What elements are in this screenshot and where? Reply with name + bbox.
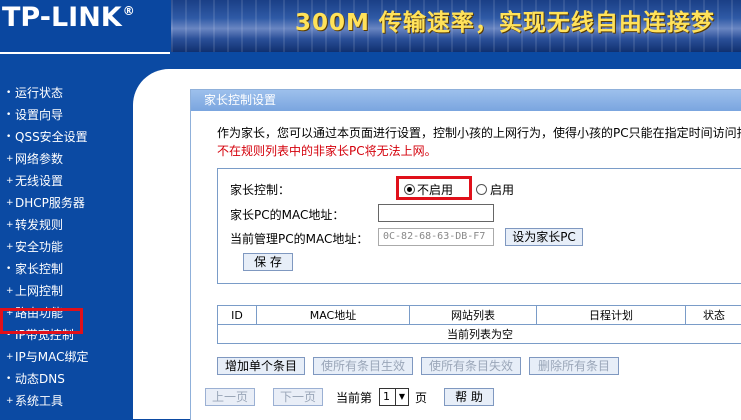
sidebar-item-qss[interactable]: •QSS安全设置 <box>6 129 89 151</box>
warning-line: 不在规则列表中的非家长PC将无法上网。 <box>217 142 737 160</box>
next-page-button[interactable]: 下一页 <box>273 388 323 406</box>
chevron-down-icon: ▼ <box>395 389 408 405</box>
sidebar-item-access-control[interactable]: +上网控制 <box>6 283 89 305</box>
panel-title: 家长控制设置 <box>191 90 741 111</box>
header: TP-LINK® 300M 传输速率，实现无线自由连接梦 <box>0 0 741 52</box>
plus-icon: + <box>6 217 15 233</box>
set-parent-pc-button[interactable]: 设为家长PC <box>505 228 583 246</box>
table-header-row: ID MAC地址 网站列表 日程计划 状态 <box>218 306 741 325</box>
sidebar-item-system-tools[interactable]: +系统工具 <box>6 393 89 415</box>
delete-all-button[interactable]: 删除所有条目 <box>529 357 619 375</box>
page-prefix-label: 当前第 <box>336 389 372 406</box>
enable-all-button[interactable]: 使所有条目生效 <box>313 357 413 375</box>
bullet-icon: • <box>6 371 15 387</box>
pagination-bar: 上一页 下一页 当前第 1 ▼ 页 帮 助 <box>191 378 741 420</box>
bullet-icon: • <box>6 261 15 277</box>
radio-on-label: 启用 <box>490 183 514 197</box>
sidebar-item-ip-mac-binding[interactable]: +IP与MAC绑定 <box>6 349 89 371</box>
plus-icon: + <box>6 151 15 167</box>
radio-on-option[interactable]: 启用 <box>476 181 514 198</box>
parent-mac-input[interactable] <box>378 204 494 222</box>
panel-description: 作为家长，您可以通过本页面进行设置，控制小孩的上网行为，使得小孩的PC只能在指定… <box>217 124 737 160</box>
current-mac-label: 当前管理PC的MAC地址： <box>230 230 368 247</box>
parental-control-panel: 家长控制设置 作为家长，您可以通过本页面进行设置，控制小孩的上网行为，使得小孩的… <box>190 89 741 420</box>
table-row: 当前列表为空 <box>218 325 741 344</box>
prev-page-button[interactable]: 上一页 <box>205 388 255 406</box>
sidebar-item-parental-control[interactable]: •家长控制 <box>6 261 89 283</box>
table-header-sites: 网站列表 <box>410 306 537 325</box>
table-header-id: ID <box>218 306 257 325</box>
banner-slogan: 300M 传输速率，实现无线自由连接梦 <box>295 3 715 37</box>
sidebar-item-status[interactable]: •运行状态 <box>6 85 89 107</box>
plus-icon: + <box>6 195 15 211</box>
plus-icon: + <box>6 393 15 409</box>
rules-table: ID MAC地址 网站列表 日程计划 状态 当前列表为空 <box>217 305 741 344</box>
plus-icon: + <box>6 283 15 299</box>
sidebar-item-security[interactable]: +安全功能 <box>6 239 89 261</box>
add-entry-button[interactable]: 增加单个条目 <box>217 357 305 375</box>
sidebar-item-ddns[interactable]: •动态DNS <box>6 371 89 393</box>
radio-highlight-box <box>396 176 472 200</box>
radio-unselected-icon[interactable] <box>476 184 487 195</box>
table-header-schedule: 日程计划 <box>537 306 686 325</box>
table-header-mac: MAC地址 <box>257 306 410 325</box>
settings-box: 家长控制： 不启用 启用 家长PC的MAC地址： 当前管理PC的MAC地址： 0… <box>217 168 741 284</box>
parent-mac-label: 家长PC的MAC地址： <box>230 206 344 223</box>
sidebar-item-network[interactable]: +网络参数 <box>6 151 89 173</box>
plus-icon: + <box>6 349 15 365</box>
page-suffix-label: 页 <box>415 389 427 406</box>
help-button[interactable]: 帮 助 <box>444 388 494 406</box>
sidebar: •运行状态 •设置向导 •QSS安全设置 +网络参数 +无线设置 +DHCP服务… <box>0 54 133 419</box>
sidebar-nav: •运行状态 •设置向导 •QSS安全设置 +网络参数 +无线设置 +DHCP服务… <box>6 85 89 415</box>
sidebar-highlight-box <box>0 308 83 334</box>
sidebar-item-wireless[interactable]: +无线设置 <box>6 173 89 195</box>
table-header-status: 状态 <box>686 306 741 325</box>
sidebar-item-wizard[interactable]: •设置向导 <box>6 107 89 129</box>
banner: 300M 传输速率，实现无线自由连接梦 <box>171 0 741 52</box>
bullet-icon: • <box>6 85 15 101</box>
current-mac-field: 0C-82-68-63-DB-F7 <box>378 228 494 246</box>
save-button[interactable]: 保 存 <box>243 253 293 271</box>
registered-mark: ® <box>123 4 135 18</box>
bullet-icon: • <box>6 107 15 123</box>
sidebar-item-forwarding[interactable]: +转发规则 <box>6 217 89 239</box>
description-line: 作为家长，您可以通过本页面进行设置，控制小孩的上网行为，使得小孩的PC只能在指定… <box>217 124 737 142</box>
plus-icon: + <box>6 239 15 255</box>
page-select[interactable]: 1 ▼ <box>379 388 409 406</box>
disable-all-button[interactable]: 使所有条目失效 <box>421 357 521 375</box>
sidebar-item-dhcp[interactable]: +DHCP服务器 <box>6 195 89 217</box>
page-select-value: 1 <box>383 390 390 403</box>
bullet-icon: • <box>6 129 15 145</box>
plus-icon: + <box>6 173 15 189</box>
tp-link-logo: TP-LINK® <box>0 0 170 54</box>
logo-text: TP-LINK <box>2 2 122 33</box>
parental-control-label: 家长控制： <box>230 181 290 198</box>
table-empty-message: 当前列表为空 <box>218 325 741 344</box>
